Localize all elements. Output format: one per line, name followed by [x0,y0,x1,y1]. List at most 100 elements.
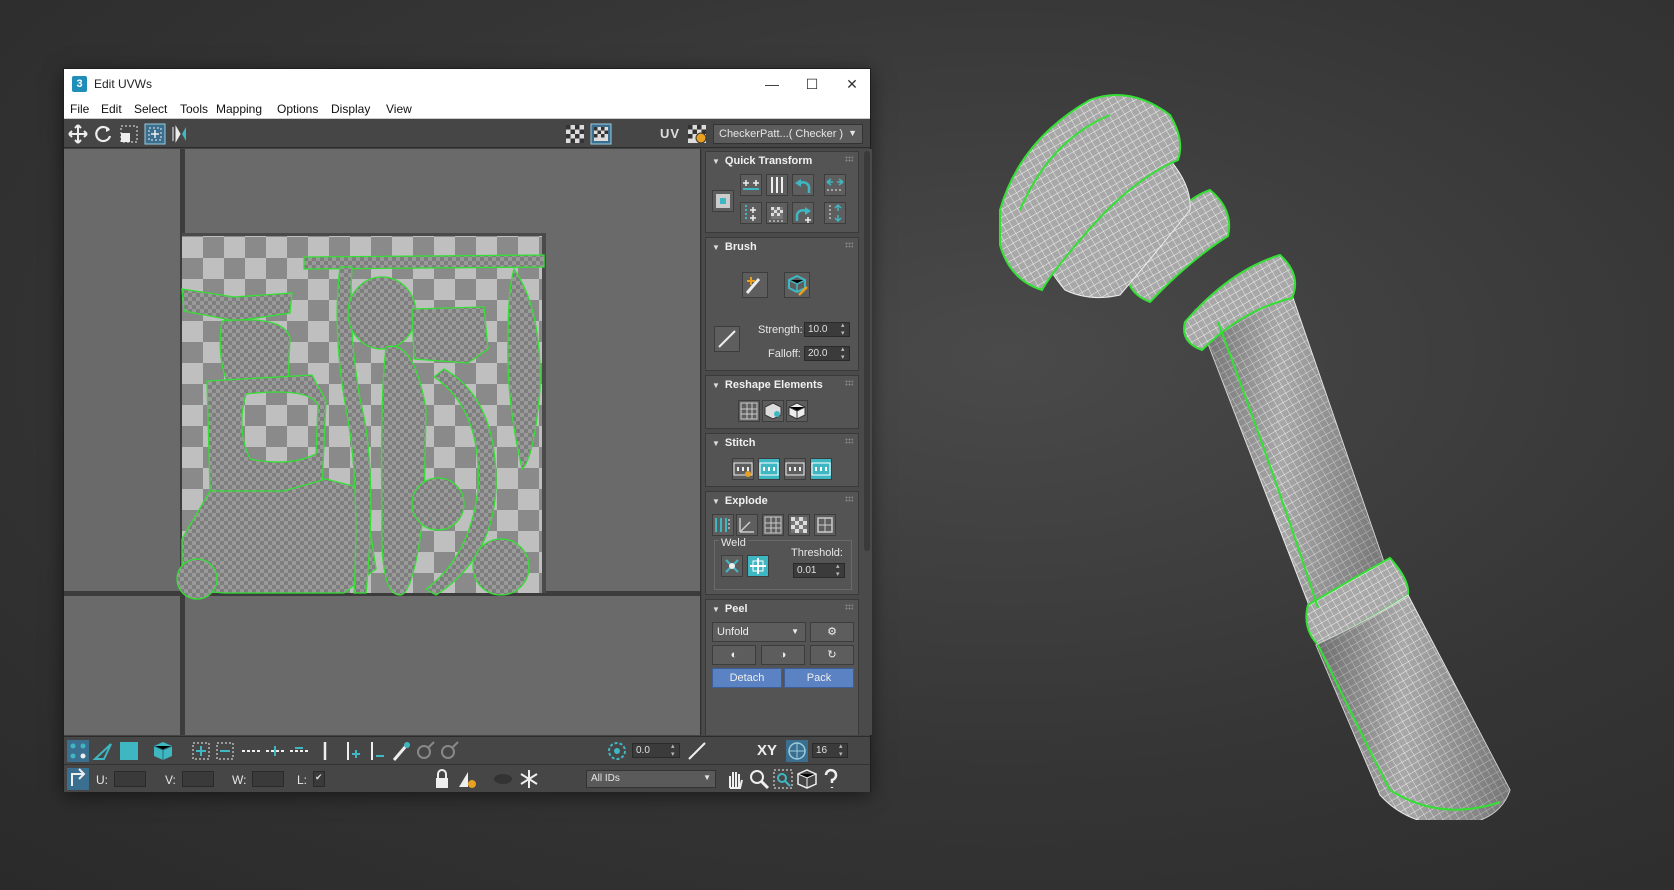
zoom-extents-icon[interactable] [796,768,818,790]
paint-select-icon[interactable] [390,740,412,762]
rollout-header[interactable]: ▼ Peel [712,603,748,615]
freeze-icon[interactable] [518,768,540,790]
drag-handle-icon[interactable] [845,438,853,444]
quick-peel-button[interactable]: ◐ [712,645,756,665]
grid-size-spinner[interactable]: 16 [812,743,848,759]
rollout-header[interactable]: ▼ Reshape Elements [712,379,823,391]
grow-paint-icon[interactable] [414,740,436,762]
strength-spinner[interactable]: 10.0 [804,322,850,338]
quick-transform-pivot-button[interactable] [712,190,734,212]
stitch-custom-button[interactable] [732,458,754,480]
pack-button[interactable]: Pack [784,668,854,688]
drag-handle-icon[interactable] [845,242,853,248]
checker-pattern-icon[interactable] [564,123,586,145]
brush-falloff-type-button[interactable] [714,326,740,352]
detach-button[interactable]: Detach [712,668,782,688]
grow-loop-icon[interactable] [264,740,286,762]
v-field[interactable] [182,771,214,787]
reset-peel-button[interactable]: ↻ [810,645,854,665]
angle-spinner[interactable]: 0.0 [632,743,680,759]
grow-ring-icon[interactable] [340,740,362,762]
title-bar[interactable]: 3 Edit UVWs — ☐ ✕ [64,69,870,99]
align-horizontal-button[interactable] [740,174,762,196]
relax-brush-button[interactable] [784,272,810,298]
3d-mesh-viewport[interactable] [980,60,1620,820]
shrink-selection-icon[interactable] [214,740,236,762]
drag-handle-icon[interactable] [845,604,853,610]
edge-mode-icon[interactable] [92,740,114,762]
peel-mode-dropdown[interactable]: Unfold ▼ [712,622,806,642]
peel-settings-button[interactable]: ⚙ [810,622,854,642]
uv-shell[interactable] [411,477,465,531]
cube-reshape-button[interactable] [786,400,808,422]
uv-canvas[interactable] [64,149,701,735]
shrink-ring-icon[interactable] [364,740,386,762]
uv-shell[interactable] [347,276,417,350]
scale-icon[interactable] [118,123,140,145]
maximize-button[interactable]: ☐ [797,73,827,95]
space-horizontal-button[interactable] [824,174,846,196]
shrink-paint-icon[interactable] [438,740,460,762]
relax-reshape-button[interactable] [762,400,784,422]
rollout-header[interactable]: ▼ Stitch [712,437,755,449]
explode-by-angle-button[interactable] [736,514,758,536]
menu-options[interactable]: Options [277,102,318,116]
explode-by-material-button[interactable] [762,514,784,536]
peel-mode-button[interactable]: ◑ [761,645,805,665]
lock-icon[interactable] [431,768,453,790]
drag-handle-icon[interactable] [845,156,853,162]
drag-handle-icon[interactable] [845,380,853,386]
uv-shell[interactable] [472,538,530,596]
texture-settings-icon[interactable] [686,123,708,145]
stitch-to-source-button[interactable] [758,458,780,480]
weld-target-button[interactable] [747,555,769,577]
rollout-header[interactable]: ▼ Explode [712,495,768,507]
distribute-vertical-button[interactable] [766,174,788,196]
zoom-region-icon[interactable] [772,768,794,790]
weld-selected-button[interactable] [721,555,743,577]
absolute-offset-icon[interactable] [67,768,89,790]
close-button[interactable]: ✕ [837,73,867,95]
snap-grid-icon[interactable] [786,740,808,762]
menu-display[interactable]: Display [331,102,370,116]
pan-icon[interactable] [724,768,746,790]
move-icon[interactable] [67,123,89,145]
xy-axis-toggle[interactable]: XY [757,742,777,759]
soft-selection-icon[interactable] [606,740,628,762]
ring-selection-icon[interactable] [314,740,336,762]
u-field[interactable] [114,771,146,787]
texture-dropdown[interactable]: CheckerPatt...( Checker ) ▼ [713,124,863,144]
loop-selection-icon[interactable] [240,740,262,762]
menu-view[interactable]: View [386,102,412,116]
explode-by-smoothing-button[interactable] [788,514,810,536]
rollout-header[interactable]: ▼ Quick Transform [712,155,812,167]
break-button[interactable] [712,514,734,536]
uv-axis-label[interactable]: UV [660,126,680,141]
stitch-average-button[interactable] [784,458,806,480]
freeform-icon[interactable] [144,123,166,145]
minimize-button[interactable]: — [757,73,787,95]
menu-select[interactable]: Select [134,102,167,116]
menu-file[interactable]: File [70,102,89,116]
stitch-to-target-button[interactable] [810,458,832,480]
hide-icon[interactable] [456,768,478,790]
rotate-cw-button[interactable] [792,202,814,224]
uv-viewport[interactable] [64,149,701,735]
linear-mode-icon[interactable] [686,740,708,762]
rollout-header[interactable]: ▼ Brush [712,241,757,253]
align-vertical-button[interactable] [740,202,762,224]
falloff-spinner[interactable]: 20.0 [804,346,850,362]
uv-shell[interactable] [176,558,218,600]
face-mode-icon[interactable] [118,740,140,762]
menu-tools[interactable]: Tools [180,102,208,116]
arm-mesh[interactable] [999,94,1511,820]
mirror-icon[interactable] [170,123,192,145]
rotate-icon[interactable] [92,123,114,145]
threshold-spinner[interactable]: 0.01 [793,563,845,579]
paint-move-button[interactable] [742,272,768,298]
w-field[interactable] [252,771,284,787]
grid-reshape-button[interactable] [738,400,760,422]
zoom-icon[interactable] [748,768,770,790]
flatten-button[interactable] [814,514,836,536]
material-ids-dropdown[interactable]: All IDs ▼ [586,770,716,788]
